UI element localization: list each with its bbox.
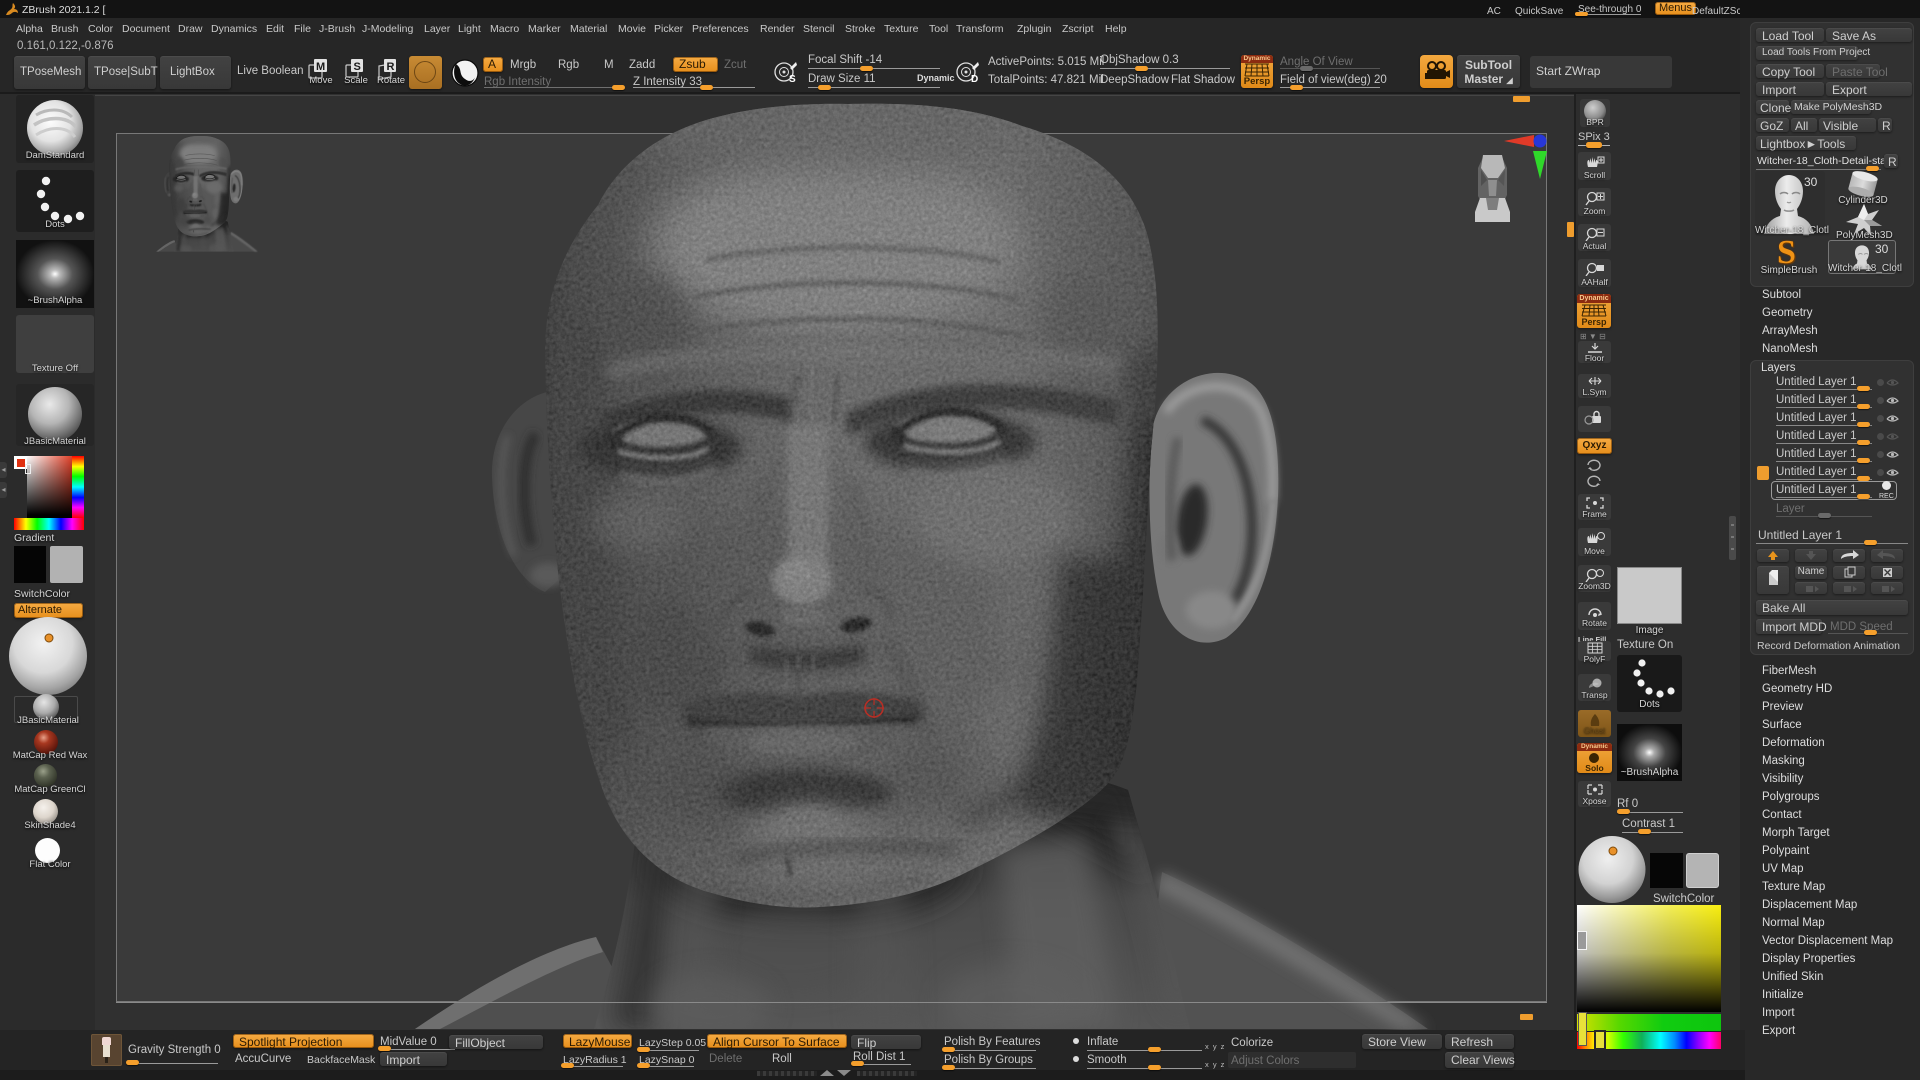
svg-text:S: S: [789, 74, 796, 85]
svg-text:S: S: [354, 61, 361, 73]
svg-text:R: R: [387, 61, 395, 73]
svg-text:D: D: [971, 74, 978, 85]
svg-text:M: M: [316, 61, 325, 73]
